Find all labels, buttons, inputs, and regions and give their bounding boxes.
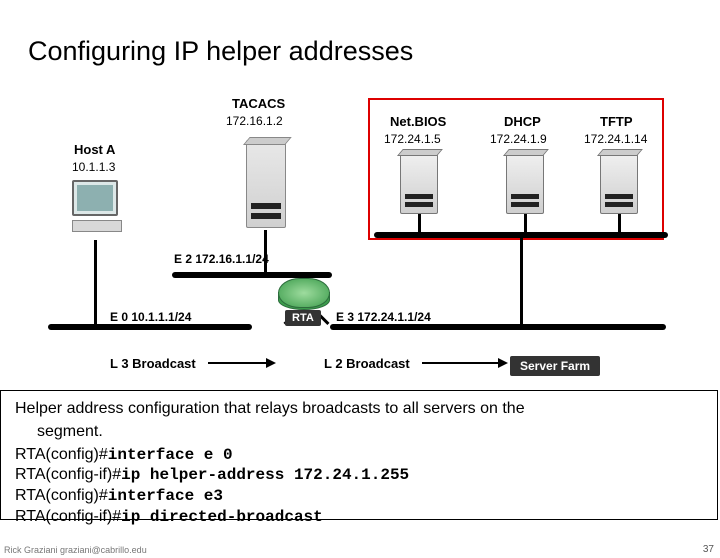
host-ip: 10.1.1.3 (72, 160, 115, 174)
l2-arrow-head (498, 358, 508, 368)
host-name: Host A (74, 142, 115, 157)
drop-hosta (94, 240, 97, 324)
config-box: Helper address configuration that relays… (0, 390, 718, 520)
tacacs-name: TACACS (232, 96, 285, 111)
config-desc-line2: segment. (37, 422, 703, 443)
tacacs-server-icon (246, 140, 286, 228)
e2-label: E 2 172.16.1.1/24 (174, 252, 269, 266)
footer-credit: Rick Graziani graziani@cabrillo.edu (4, 545, 147, 555)
cmd-1: ip helper-address 172.24.1.255 (121, 466, 409, 484)
prompt-3: RTA(config-if)# (15, 508, 121, 525)
dhcp-server-icon (506, 152, 544, 214)
prompt-1: RTA(config-if)# (15, 466, 121, 483)
netbios-ip: 172.24.1.5 (384, 132, 441, 146)
config-line-2: RTA(config)#interface e3 (15, 486, 703, 507)
drop-dhcp (524, 214, 527, 232)
network-diagram: TACACS 172.16.1.2 Host A 10.1.1.3 Net.BI… (48, 92, 668, 364)
l3-arrow-head (266, 358, 276, 368)
l3-arrow-line (208, 362, 266, 364)
server-farm-badge: Server Farm (510, 356, 600, 376)
config-desc-line1: Helper address configuration that relays… (15, 399, 703, 420)
drop-netbios (418, 214, 421, 232)
prompt-2: RTA(config)# (15, 487, 108, 504)
l2-arrow-line (422, 362, 498, 364)
cmd-0: interface e 0 (108, 446, 233, 464)
config-line-1: RTA(config-if)#ip helper-address 172.24.… (15, 465, 703, 486)
page-title: Configuring IP helper addresses (0, 18, 720, 67)
bus-e3 (330, 324, 666, 330)
dhcp-name: DHCP (504, 114, 541, 129)
tftp-server-icon (600, 152, 638, 214)
drop-tacacs (264, 230, 267, 272)
page-number: 37 (703, 544, 714, 555)
netbios-name: Net.BIOS (390, 114, 446, 129)
cmd-3: ip directed-broadcast (121, 508, 323, 526)
router-label: RTA (285, 310, 321, 326)
config-line-0: RTA(config)#interface e 0 (15, 445, 703, 466)
e0-label: E 0 10.1.1.1/24 (110, 310, 191, 324)
config-line-3: RTA(config-if)#ip directed-broadcast (15, 507, 703, 528)
bus-e0 (48, 324, 252, 330)
host-a-icon (72, 180, 122, 232)
prompt-0: RTA(config)# (15, 446, 108, 463)
l3-broadcast-label: L 3 Broadcast (110, 356, 196, 371)
tacacs-ip: 172.16.1.2 (226, 114, 283, 128)
cmd-2: interface e3 (108, 487, 223, 505)
netbios-server-icon (400, 152, 438, 214)
l2-broadcast-label: L 2 Broadcast (324, 356, 410, 371)
link-sf-bus (520, 238, 523, 324)
tftp-name: TFTP (600, 114, 633, 129)
tftp-ip: 172.24.1.14 (584, 132, 647, 146)
dhcp-ip: 172.24.1.9 (490, 132, 547, 146)
router-icon (278, 278, 330, 308)
drop-tftp (618, 214, 621, 232)
e3-label: E 3 172.24.1.1/24 (336, 310, 431, 324)
